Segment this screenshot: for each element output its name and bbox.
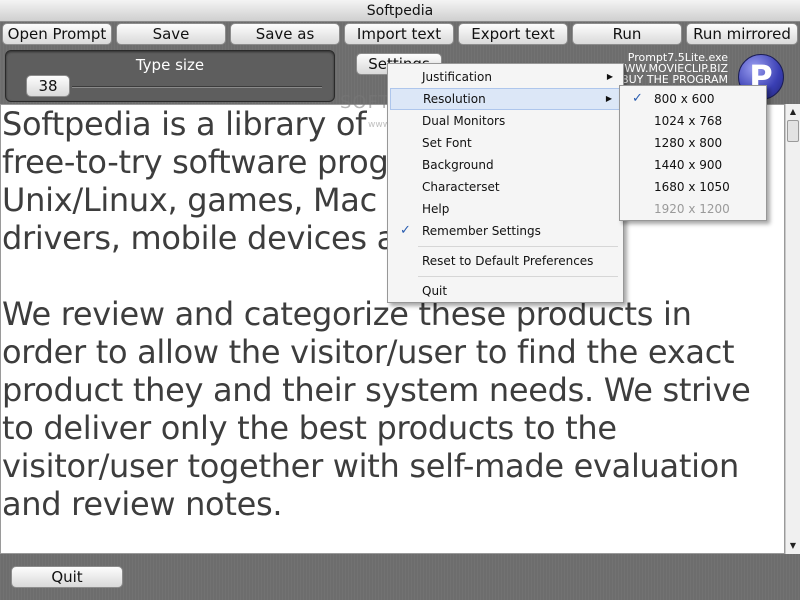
resolution-1920x1200: 1920 x 1200 (654, 202, 730, 216)
vertical-scrollbar[interactable]: ▲ ▼ (785, 104, 800, 554)
settings-menu: Justification ▶ Resolution ▶ Dual Monito… (387, 63, 624, 303)
resolution-1680x1050[interactable]: 1680 x 1050 (622, 176, 764, 198)
menu-separator (418, 246, 618, 247)
window-title: Softpedia (0, 0, 800, 22)
run-mirrored-button[interactable]: Run mirrored (686, 23, 798, 45)
menu-item-reset-defaults[interactable]: Reset to Default Preferences (390, 250, 621, 272)
submenu-arrow-icon: ▶ (605, 94, 612, 103)
type-size-label: Type size (135, 56, 205, 74)
text-paragraph: We review and categorize these products … (2, 295, 751, 523)
type-size-value[interactable]: 38 (26, 75, 70, 97)
checkmark-icon: ✓ (632, 91, 643, 106)
type-size-panel: Type size 38 (5, 50, 335, 102)
menu-item-dual-monitors[interactable]: Dual Monitors (390, 110, 621, 132)
menu-item-characterset[interactable]: Characterset (390, 176, 621, 198)
submenu-arrow-icon: ▶ (606, 72, 613, 81)
scroll-up-icon[interactable]: ▲ (786, 105, 800, 119)
open-prompt-button[interactable]: Open Prompt (2, 23, 112, 45)
resolution-1024x768[interactable]: 1024 x 768 (622, 110, 764, 132)
import-text-button[interactable]: Import text (344, 23, 454, 45)
resolution-1280x800[interactable]: 1280 x 800 (622, 132, 764, 154)
menu-item-help[interactable]: Help (390, 198, 621, 220)
menu-item-background[interactable]: Background (390, 154, 621, 176)
quit-button[interactable]: Quit (11, 566, 123, 588)
export-text-button[interactable]: Export text (458, 23, 568, 45)
menu-item-set-font[interactable]: Set Font (390, 132, 621, 154)
menu-separator (418, 276, 618, 277)
resolution-1440x900[interactable]: 1440 x 900 (622, 154, 764, 176)
scroll-down-icon[interactable]: ▼ (786, 539, 800, 553)
type-size-slider[interactable] (72, 86, 322, 88)
save-button[interactable]: Save (116, 23, 226, 45)
scroll-thumb[interactable] (787, 120, 799, 142)
menu-item-resolution[interactable]: Resolution ▶ (390, 88, 621, 110)
run-button[interactable]: Run (572, 23, 682, 45)
checkmark-icon: ✓ (400, 223, 411, 238)
menu-item-quit[interactable]: Quit (390, 280, 621, 302)
save-as-button[interactable]: Save as (230, 23, 340, 45)
resolution-800x600[interactable]: ✓ 800 x 600 (622, 88, 764, 110)
resolution-submenu: ✓ 800 x 600 1024 x 768 1280 x 800 1440 x… (619, 85, 767, 221)
menu-item-justification[interactable]: Justification ▶ (390, 66, 621, 88)
menu-item-remember-settings[interactable]: ✓ Remember Settings (390, 220, 621, 242)
